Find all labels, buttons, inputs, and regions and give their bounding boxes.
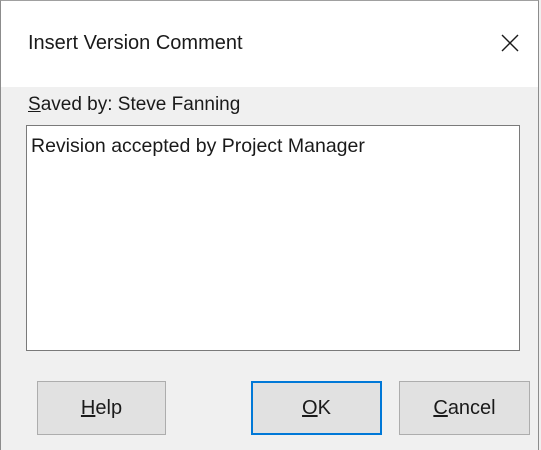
cancel-label: ancel — [447, 396, 496, 419]
ok-button[interactable]: OK — [251, 381, 382, 435]
saved-by-mnemonic: S — [28, 94, 41, 115]
insert-version-comment-dialog: Insert Version Comment Saved by: Steve F… — [0, 0, 539, 450]
help-label: elp — [95, 396, 123, 419]
help-button[interactable]: Help — [37, 381, 166, 435]
help-mnemonic: H — [80, 396, 96, 419]
saved-by-label: Saved by: Steve Fanning — [28, 94, 240, 116]
cancel-mnemonic: C — [433, 396, 448, 419]
saved-by-text: aved by: Steve Fanning — [40, 94, 241, 115]
title-bar: Insert Version Comment — [1, 1, 538, 87]
cancel-button[interactable]: Cancel — [399, 381, 530, 435]
close-button[interactable] — [490, 23, 530, 63]
dialog-title: Insert Version Comment — [28, 32, 243, 54]
ok-mnemonic: O — [302, 396, 318, 419]
comment-textarea[interactable]: Revision accepted by Project Manager — [26, 125, 520, 351]
close-icon — [501, 34, 519, 52]
ok-label: K — [317, 396, 331, 419]
